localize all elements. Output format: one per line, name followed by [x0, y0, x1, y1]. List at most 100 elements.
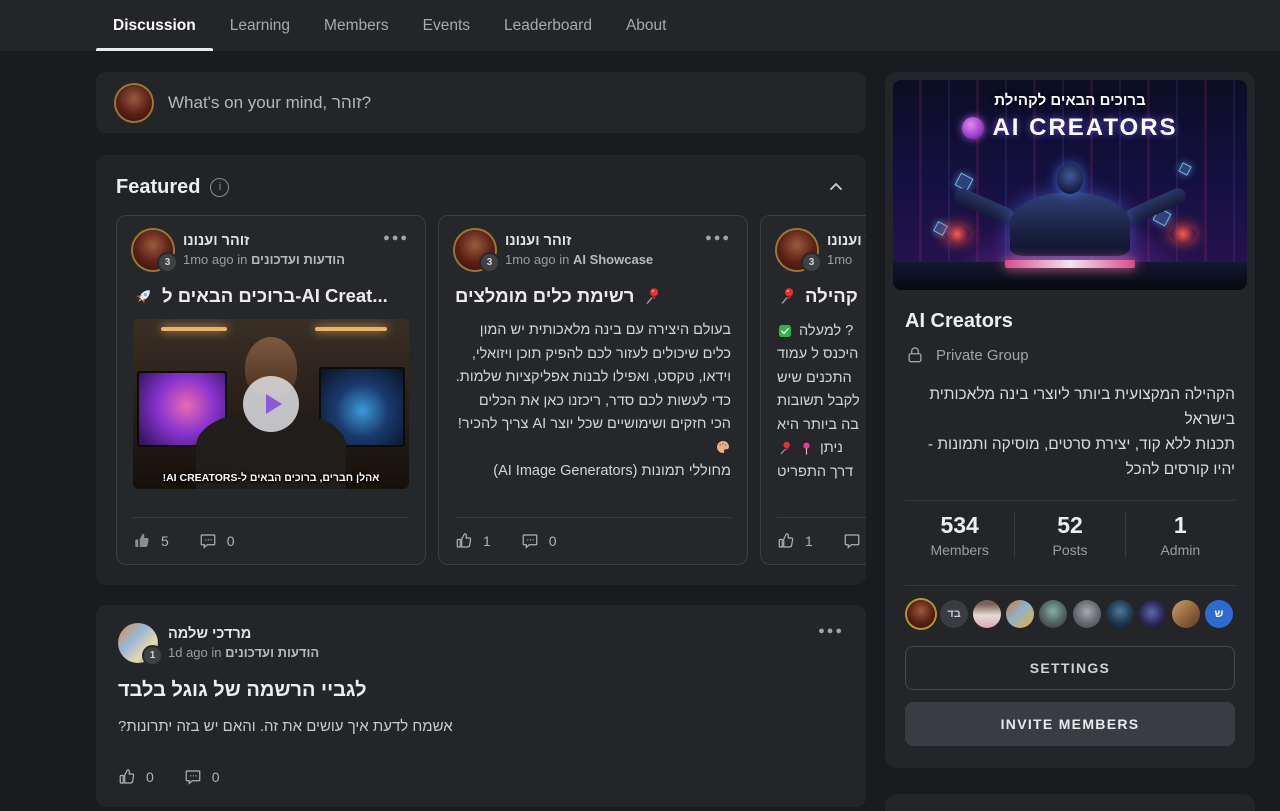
ellipsis-menu-icon[interactable]: ●●● [818, 625, 844, 637]
privacy-label: Private Group [936, 347, 1029, 364]
tab-discussion[interactable]: Discussion [96, 0, 213, 51]
thumbs-up-icon [118, 768, 136, 786]
category-link[interactable]: AI Showcase [573, 252, 653, 267]
avatar[interactable]: 3 [133, 230, 173, 270]
member-avatar[interactable] [1039, 600, 1067, 628]
post-meta: 1mo [827, 252, 866, 267]
tab-label: Members [324, 17, 389, 35]
palette-icon [715, 439, 731, 455]
avatar[interactable]: 3 [777, 230, 817, 270]
post-title[interactable]: ברוכים הבאים ל-AI Creat... [133, 283, 409, 309]
post-footer: 0 0 [118, 753, 844, 801]
post-meta: 1mo ago in AI Showcase [505, 252, 653, 267]
stat-posts[interactable]: 52 Posts [1014, 512, 1124, 558]
tab-members[interactable]: Members [307, 0, 406, 51]
banner-welcome-text: ברוכים הבאים לקהילת [893, 92, 1247, 109]
member-avatar[interactable] [907, 600, 935, 628]
pushpin-icon [777, 440, 793, 456]
member-avatar[interactable] [1106, 600, 1134, 628]
group-name: AI Creators [905, 310, 1235, 333]
post-title[interactable]: לגביי הרשמה של גוגל בלבד [118, 679, 844, 702]
featured-title: Featured [116, 176, 200, 199]
featured-card-tools[interactable]: 3 זוהר וענונו 1mo ago in AI Showcase ●●●… [438, 215, 748, 565]
like-button[interactable]: 1 [455, 532, 491, 550]
member-avatar[interactable] [1139, 600, 1167, 628]
comment-count: 0 [212, 769, 220, 785]
play-button[interactable] [243, 376, 299, 432]
settings-button[interactable]: SETTINGS [905, 646, 1235, 690]
member-avatar[interactable] [973, 600, 1001, 628]
featured-card-welcome[interactable]: 3 זוהר וענונו 1mo ago in הודעות ועדכונים… [116, 215, 426, 565]
community-page: Discussion Learning Members Events Leade… [0, 0, 1280, 811]
member-avatar[interactable] [1172, 600, 1200, 628]
comment-count: 0 [549, 533, 557, 549]
featured-section: Featured i 3 זוהר וענונו 1mo ago in ה [96, 155, 866, 585]
figure-head [1057, 164, 1083, 194]
figure-hand-glow [1170, 226, 1196, 242]
ellipsis-menu-icon[interactable]: ●●● [705, 232, 731, 244]
member-avatar[interactable] [1073, 600, 1101, 628]
tab-label: Events [423, 17, 470, 35]
author-name[interactable]: זוהר וענונו [827, 233, 866, 249]
stat-value: 52 [1015, 512, 1124, 539]
video-caption: אהלן חברים, ברוכים הבאים ל-AI CREATORS! [133, 472, 409, 484]
studio-light [161, 327, 227, 331]
invite-members-button[interactable]: INVITE MEMBERS [905, 702, 1235, 746]
category-link[interactable]: הודעות ועדכונים [251, 252, 345, 267]
figure-hand-glow [944, 226, 970, 242]
post-meta: 1d ago in הודעות ועדכונים [168, 645, 319, 660]
comment-button[interactable]: 0 [199, 532, 235, 550]
lock-icon [905, 345, 925, 365]
stat-admins[interactable]: 1 Admin [1125, 512, 1235, 558]
tab-label: Leaderboard [504, 17, 592, 35]
tab-leaderboard[interactable]: Leaderboard [487, 0, 609, 51]
level-badge: 1 [142, 645, 163, 666]
tab-about[interactable]: About [609, 0, 684, 51]
like-button[interactable]: 0 [118, 768, 154, 786]
group-banner-image[interactable]: ברוכים הבאים לקהילת AI CREATORS [893, 80, 1247, 290]
level-badge: 3 [801, 252, 822, 273]
comment-button[interactable]: 0 [184, 768, 220, 786]
post-body: ? למעלה היכנס ל עמוד התכנים שיש לקבל תשו… [777, 319, 866, 484]
post-composer[interactable]: What's on your mind, זוהר? [96, 72, 866, 133]
member-avatar[interactable]: ש [1205, 600, 1233, 628]
thumbs-up-icon [455, 532, 473, 550]
avatar[interactable]: 3 [455, 230, 495, 270]
like-button[interactable]: 1 [777, 532, 813, 550]
post-title[interactable]: קהילה [777, 283, 866, 309]
tab-label: Discussion [113, 17, 196, 35]
group-sidebar: ברוכים הבאים לקהילת AI CREATORS AI Creat… [885, 72, 1255, 811]
member-avatar[interactable]: בד [940, 600, 968, 628]
round-pin-icon [799, 441, 814, 456]
post-body: בעולם היצירה עם בינה מלאכותית יש המון כל… [455, 319, 731, 484]
author-name[interactable]: מרדכי שלמה [168, 626, 319, 642]
figure-body [1010, 192, 1130, 256]
post-meta: 1mo ago in הודעות ועדכונים [183, 252, 345, 267]
ellipsis-menu-icon[interactable]: ●●● [383, 232, 409, 244]
feed-post[interactable]: 1 מרדכי שלמה 1d ago in הודעות ועדכונים ●… [96, 605, 866, 807]
comment-button[interactable]: 0 [843, 532, 866, 550]
tab-events[interactable]: Events [406, 0, 487, 51]
featured-cards-row: 3 זוהר וענונו 1mo ago in הודעות ועדכונים… [116, 215, 866, 565]
author-name[interactable]: זוהר וענונו [183, 233, 345, 249]
tab-learning[interactable]: Learning [213, 0, 307, 51]
featured-card-community[interactable]: 3 זוהר וענונו 1mo ●●● קהילה ? למעלה [760, 215, 866, 565]
stat-label: Members [905, 542, 1014, 558]
avatar[interactable]: 1 [118, 623, 158, 663]
active-tab-underline [96, 48, 213, 51]
video-thumbnail[interactable]: אהלן חברים, ברוכים הבאים ל-AI CREATORS! [133, 319, 409, 489]
post-title[interactable]: רשימת כלים מומלצים [455, 283, 731, 309]
banner-brand-text: AI CREATORS [992, 114, 1177, 142]
composer-placeholder: What's on your mind, זוהר? [168, 93, 371, 113]
member-avatar[interactable] [1006, 600, 1034, 628]
leaderboard-card: Leaderboard (30-days) [885, 794, 1255, 811]
info-icon[interactable]: i [210, 178, 229, 197]
like-button[interactable]: 5 [133, 532, 169, 550]
comment-button[interactable]: 0 [521, 532, 557, 550]
category-link[interactable]: הודעות ועדכונים [225, 645, 319, 660]
main-column: What's on your mind, זוהר? Featured i 3 [96, 72, 866, 807]
chevron-up-icon[interactable] [826, 177, 846, 197]
stat-members[interactable]: 534 Members [905, 512, 1014, 558]
author-name[interactable]: זוהר וענונו [505, 233, 653, 249]
studio-light [315, 327, 387, 331]
